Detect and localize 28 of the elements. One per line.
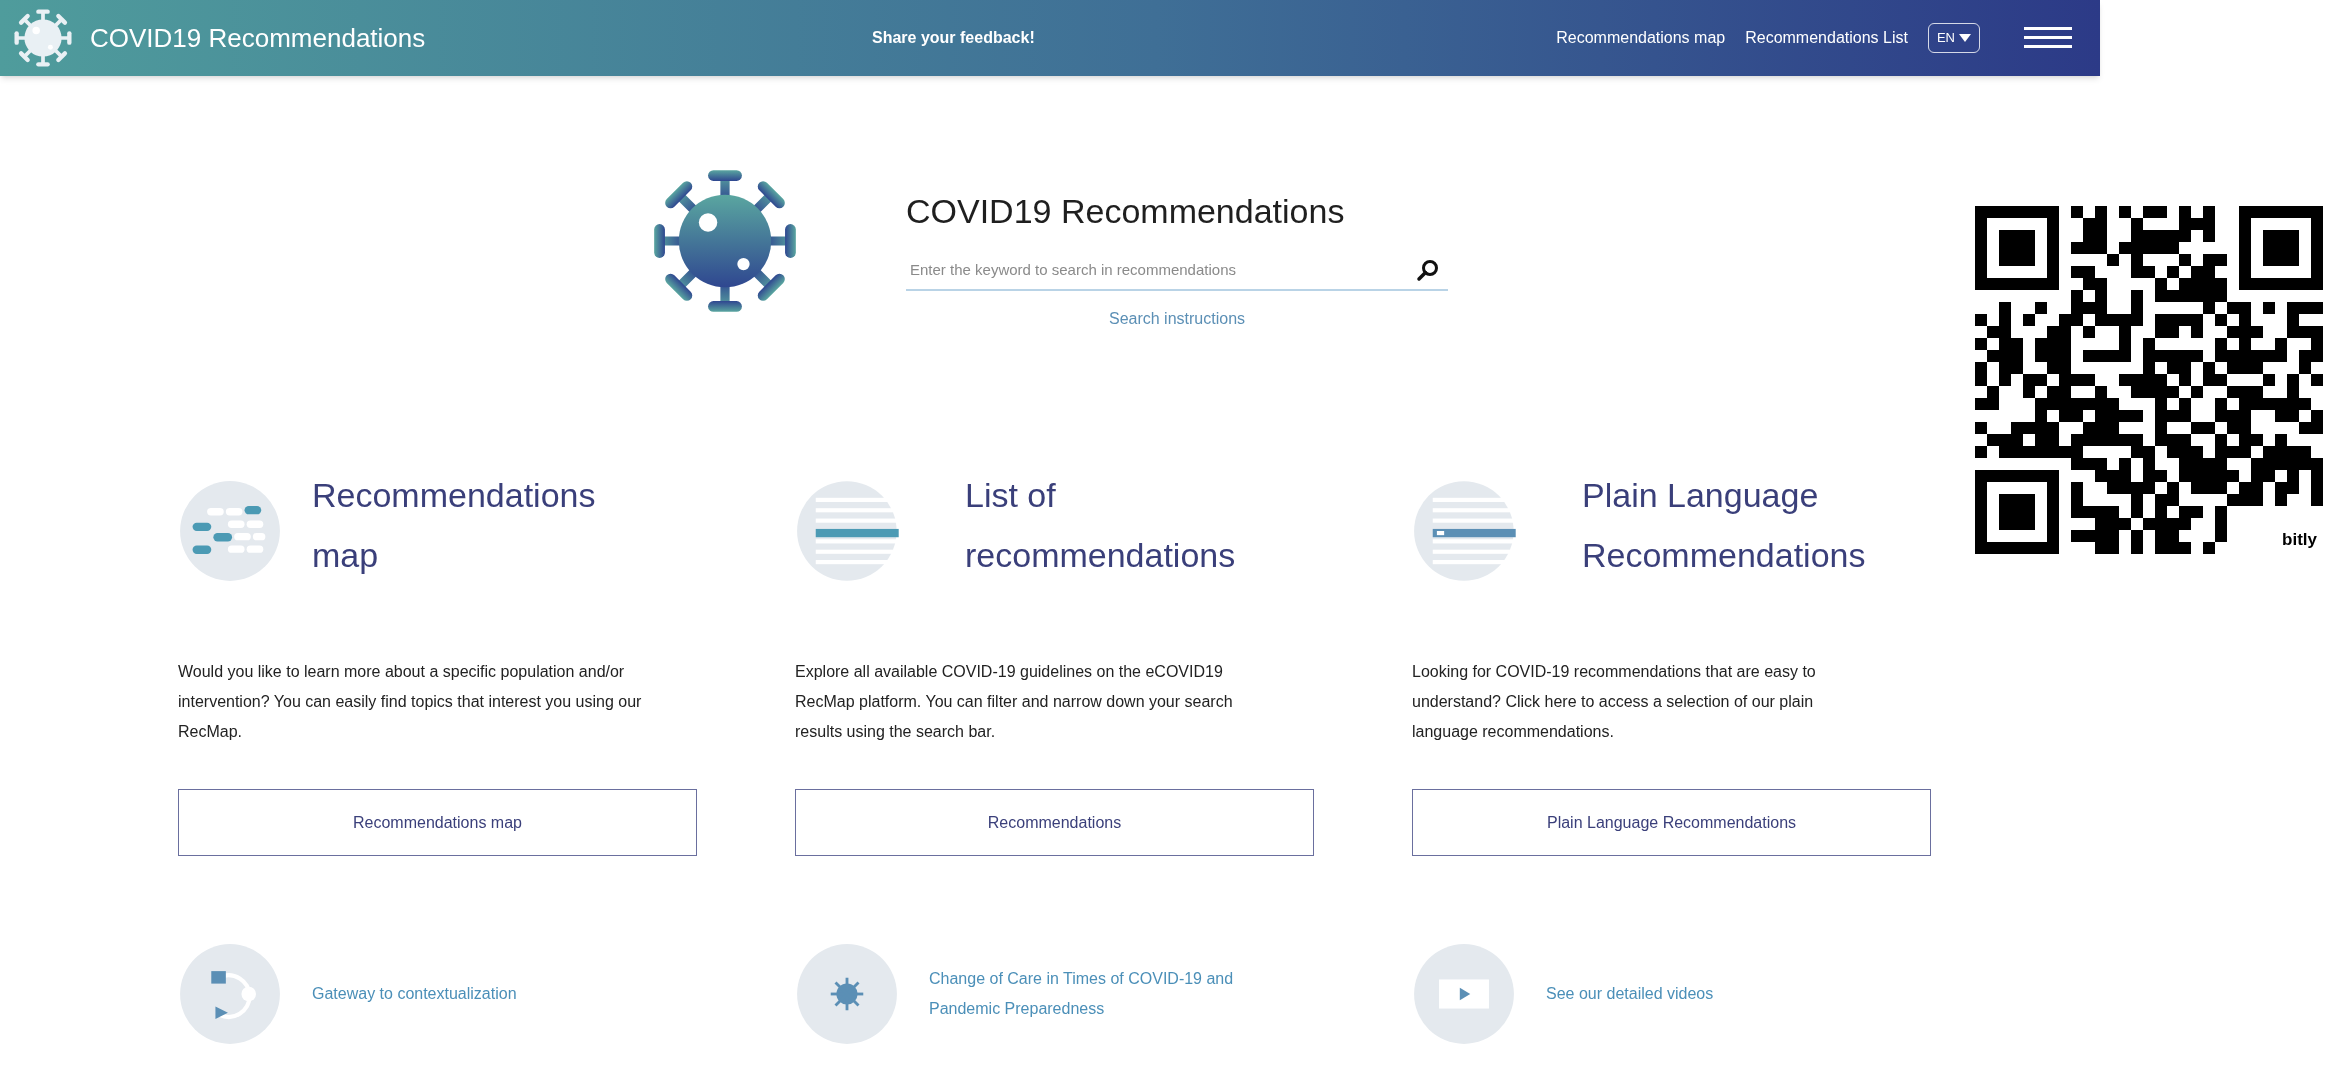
card-title: List of recommendations — [965, 475, 1237, 576]
card-button[interactable]: Recommendations map — [178, 789, 697, 856]
menu-icon[interactable] — [2024, 27, 2072, 49]
nav-link[interactable]: Recommendations List — [1745, 26, 1908, 50]
virus-logo-icon — [12, 7, 74, 69]
virus-icon — [795, 942, 899, 1046]
card-title: Recommendations map — [312, 475, 597, 576]
card-button[interactable]: Recommendations — [795, 789, 1314, 856]
feedback-link[interactable]: Share your feedback! — [872, 26, 1372, 50]
resource-link[interactable]: Gateway to contextualization — [312, 979, 682, 1009]
resource-link[interactable]: Change of Care in Times of COVID-19 and Pandemic Preparedness — [929, 964, 1299, 1024]
search-icon[interactable] — [1416, 258, 1440, 282]
video-icon — [1412, 942, 1516, 1046]
search-instructions-link[interactable]: Search instructions — [1108, 307, 1246, 331]
nav-link[interactable]: Recommendations map — [1556, 26, 1726, 50]
card-description: Explore all available COVID-19 guidelines on the eCOVID19 RecMap platform. You can filter and narrow down your search results using the search bar. — [795, 662, 1234, 742]
hero-title: COVID19 Recommendations — [906, 191, 1346, 232]
language-dropdown[interactable]: EN — [1927, 23, 1980, 53]
caret-icon — [1959, 34, 1971, 42]
card-description: Would you like to learn more about a specific population and/or intervention? You can easily find topics that interest you using our RecMap. — [178, 662, 643, 742]
flow-icon — [178, 942, 282, 1046]
resource-link[interactable]: See our detailed videos — [1546, 979, 1916, 1009]
card-title: Plain Language Recommendations — [1582, 475, 1867, 576]
card-description: Looking for COVID-19 recommendations that are easy to understand? Click here to access a selection of our plain language recommendations. — [1412, 662, 1817, 742]
search-field[interactable]: Enter the keyword to search in recommendations — [910, 258, 1416, 282]
site-title[interactable]: COVID19 Recommendations — [90, 18, 426, 58]
map-icon — [178, 479, 282, 583]
card-button[interactable]: Plain Language Recommendations — [1412, 789, 1931, 856]
